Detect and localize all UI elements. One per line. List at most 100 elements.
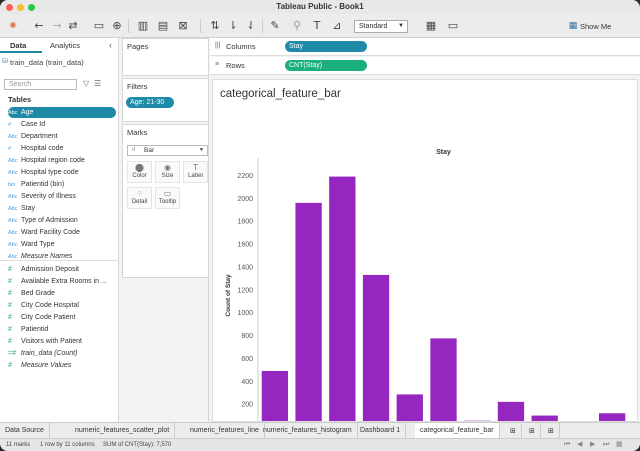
rows-pill-cnt-stay[interactable]: CNT(Stay) xyxy=(285,60,367,71)
field-item[interactable]: Abc Age xyxy=(8,107,116,118)
field-item[interactable]: Abc Ward Facility Code xyxy=(8,227,116,238)
field-item[interactable]: # Available Extra Rooms in ... xyxy=(8,276,116,287)
field-item[interactable]: Abc Stay xyxy=(8,203,116,214)
field-item[interactable]: # Patientid xyxy=(8,324,116,335)
duplicate-sheet-icon[interactable]: ▤ xyxy=(156,19,170,33)
swap-icon[interactable]: ⇄ xyxy=(66,19,80,33)
field-item[interactable]: Abc Department xyxy=(8,131,116,142)
sheet-tab[interactable]: numeric_features_line xyxy=(185,423,265,439)
field-item[interactable]: Abc Severity of Illness xyxy=(8,191,116,202)
fit-select[interactable]: Standard ▼ xyxy=(354,20,408,33)
marks-color-button[interactable]: ⬤ Color xyxy=(127,161,152,183)
field-item[interactable]: # Hospital code xyxy=(8,143,116,154)
swap-rows-columns-icon[interactable]: ⇅ xyxy=(208,19,222,33)
field-item[interactable]: # City Code Hospital xyxy=(8,300,116,311)
rows-shelf-label: Rows xyxy=(226,61,245,70)
undo-icon[interactable]: ← xyxy=(32,19,46,33)
sheet-tab[interactable]: numeric_features_scatter_plot xyxy=(70,423,176,439)
field-type-icon: Abc xyxy=(8,254,18,260)
tab-data[interactable]: Data xyxy=(10,41,26,50)
labels-icon[interactable]: T xyxy=(310,19,324,33)
cards-column: Pages Filters Age: 21-30 Marks ıl Bar ▼ … xyxy=(120,38,209,422)
field-type-icon: # xyxy=(8,290,12,297)
pages-card-title: Pages xyxy=(127,42,149,51)
field-item[interactable]: Abc Ward Type xyxy=(8,239,116,250)
sheet-tab[interactable]: Dashboard 1 xyxy=(355,423,407,439)
filter-icon[interactable]: ▽ xyxy=(83,79,89,88)
close-window-button[interactable] xyxy=(6,4,13,11)
field-item[interactable]: # Case Id xyxy=(8,119,116,130)
presentation-icon[interactable]: ▭ xyxy=(446,19,460,33)
last-sheet-icon[interactable]: ⏭ xyxy=(603,439,609,451)
marks-card: Marks ıl Bar ▼ ⬤ Color ◉ Size T Label ⁘ Detail ▭… xyxy=(122,124,209,278)
minimize-window-button[interactable] xyxy=(17,4,24,11)
mark-type-select[interactable]: ıl Bar ▼ xyxy=(127,145,208,156)
new-story-icon[interactable]: ⊞ xyxy=(543,423,560,439)
fix-axes-icon[interactable]: ⊿ xyxy=(330,19,344,33)
field-item[interactable]: # Bed Grade xyxy=(8,288,116,299)
tableau-logo-icon[interactable]: ✷ xyxy=(6,19,20,33)
columns-shelf[interactable]: ||| Columns Stay xyxy=(210,38,640,56)
zoom-window-button[interactable] xyxy=(28,4,35,11)
sort-ascending-icon[interactable]: ⇂ xyxy=(226,19,240,33)
field-item[interactable]: Abc Type of Admission xyxy=(8,215,116,226)
filter-pill-age[interactable]: Age: 21-30 xyxy=(126,97,174,108)
sheet-tab[interactable]: categorical_feature_bar xyxy=(415,423,500,439)
field-item[interactable]: # Visitors with Patient xyxy=(8,336,116,347)
redo-icon[interactable]: → xyxy=(50,19,64,33)
bar-4 xyxy=(396,394,423,421)
field-item[interactable]: # City Code Patient xyxy=(8,312,116,323)
filters-card[interactable]: Filters Age: 21-30 xyxy=(122,78,209,122)
group-icon[interactable]: ⚲ xyxy=(290,19,304,33)
rows-shelf[interactable]: ≡ Rows CNT(Stay) xyxy=(210,57,640,75)
field-type-icon: # xyxy=(8,122,12,128)
y-tick-label: 800 xyxy=(241,333,253,340)
field-type-icon: bin xyxy=(8,182,16,188)
field-name: Measure Values xyxy=(21,362,72,369)
bar-7 xyxy=(497,401,525,421)
columns-pill-stay[interactable]: Stay xyxy=(285,41,367,52)
marks-size-button[interactable]: ◉ Size xyxy=(155,161,180,183)
grid-view-icon[interactable]: ▦ xyxy=(616,439,623,451)
collapse-pane-icon[interactable]: ‹ xyxy=(109,40,112,50)
pages-card[interactable]: Pages xyxy=(122,38,209,76)
field-item[interactable]: =# train_data (Count) xyxy=(8,348,116,359)
first-sheet-icon[interactable]: ⏮ xyxy=(564,439,570,451)
field-type-icon: Abc xyxy=(8,170,18,176)
field-item[interactable]: Abc Hospital type code xyxy=(8,167,116,178)
field-item[interactable]: Abc Hospital region code xyxy=(8,155,116,166)
tooltip-icon: ▭ xyxy=(163,189,172,198)
bar-5 xyxy=(430,338,457,421)
next-sheet-icon[interactable]: ▶ xyxy=(590,439,595,451)
field-name: City Code Patient xyxy=(21,314,76,321)
search-input[interactable]: Search xyxy=(4,79,77,90)
field-item[interactable]: bin Patientid (bin) xyxy=(8,179,116,190)
marks-detail-button[interactable]: ⁘ Detail xyxy=(127,187,152,209)
show-me-button[interactable]: Show Me xyxy=(580,22,611,31)
field-item[interactable]: # Measure Values xyxy=(8,360,116,371)
y-tick-label: 1800 xyxy=(237,219,253,226)
sheet-tab[interactable]: numeric_features_histogram xyxy=(258,423,358,439)
tab-analytics[interactable]: Analytics xyxy=(50,41,80,50)
new-worksheet-icon[interactable]: ⊞ xyxy=(505,423,522,439)
field-name: Hospital region code xyxy=(21,157,85,164)
new-sheet-icon[interactable]: ▥ xyxy=(136,19,150,33)
show-cards-icon[interactable]: ▦ xyxy=(424,19,438,33)
app-window: Tableau Public - Book1 ✷ ← → ⇄ ▭ ⊕ ▥ ▤ ⊠… xyxy=(0,0,640,451)
list-view-icon[interactable]: ☰ xyxy=(94,79,101,88)
new-datasource-icon[interactable]: ⊕ xyxy=(110,19,124,33)
save-icon[interactable]: ▭ xyxy=(92,19,106,33)
sort-descending-icon[interactable]: ⇃ xyxy=(244,19,258,33)
field-item[interactable]: # Admission Deposit xyxy=(8,264,116,275)
field-name: Department xyxy=(21,133,58,140)
y-tick-label: 1200 xyxy=(237,287,253,294)
clear-sheet-icon[interactable]: ⊠ xyxy=(176,19,190,33)
sheet-tab[interactable]: Data Source xyxy=(0,423,50,439)
datasource-name[interactable]: train_data (train_data) xyxy=(10,58,84,67)
new-dashboard-icon[interactable]: ⊞ xyxy=(524,423,541,439)
marks-label-button[interactable]: T Label xyxy=(183,161,208,183)
active-tab-indicator xyxy=(0,51,42,53)
marks-tooltip-button[interactable]: ▭ Tooltip xyxy=(155,187,180,209)
highlight-icon[interactable]: ✎ xyxy=(268,19,282,33)
prev-sheet-icon[interactable]: ◀ xyxy=(577,439,582,451)
